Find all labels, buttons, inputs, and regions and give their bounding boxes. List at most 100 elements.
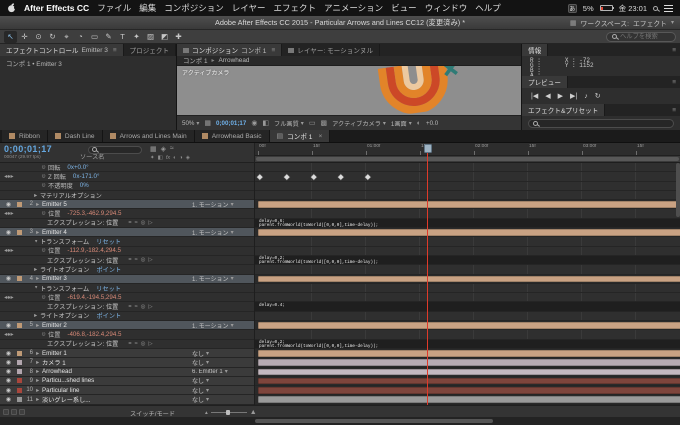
zoom-tool[interactable]: ⊙	[32, 31, 45, 43]
visibility-eye-icon[interactable]: ◉	[6, 387, 11, 394]
keyframe-diamond[interactable]	[365, 175, 370, 180]
layer-label-color[interactable]	[17, 323, 22, 328]
property-value[interactable]: -406.8,-182.4,294.5	[67, 331, 121, 338]
layer-row-Particular line[interactable]: ◉10▶Particular lineなし▾	[0, 386, 254, 395]
track-row[interactable]	[255, 237, 680, 246]
timeline-option-toggle[interactable]	[11, 409, 17, 415]
stopwatch-icon[interactable]: ⊙	[42, 332, 46, 338]
pen-tool[interactable]: ✎	[102, 31, 115, 43]
layer-duration-bar[interactable]	[258, 229, 680, 236]
brush-tool[interactable]: ✦	[130, 31, 143, 43]
loop-button[interactable]: ↻	[595, 92, 601, 100]
parent-dropdown[interactable]: 1. モーション▾	[188, 200, 254, 209]
next-frame-button[interactable]: ▶|	[570, 92, 577, 100]
comp-mini-flowchart-icon[interactable]: ▦	[150, 145, 157, 153]
layer-row-Particu...shed lines[interactable]: ◉9▶Particu...shed linesなし▾	[0, 377, 254, 386]
prop-row[interactable]: ◀◆▶⊙位置-406.8,-182.4,294.5	[0, 330, 254, 339]
eraser-tool[interactable]: ◩	[158, 31, 171, 43]
menu-レイヤー[interactable]: レイヤー	[232, 2, 266, 14]
prop-row[interactable]: ⊙不透明度0%	[0, 182, 254, 191]
twirl-icon[interactable]: ▶	[34, 314, 39, 319]
motion-blur-column-icon[interactable]: ◐	[173, 155, 176, 161]
layer-label-color[interactable]	[17, 388, 22, 393]
rotation-tool[interactable]: ↻	[46, 31, 59, 43]
track-row[interactable]	[255, 209, 680, 218]
panel-menu-icon[interactable]: ≡	[672, 47, 676, 54]
playhead[interactable]	[427, 144, 428, 405]
threed-column-icon[interactable]: ◈	[186, 155, 190, 161]
layer-duration-bar[interactable]	[258, 276, 680, 283]
layer-row-Arrowhead[interactable]: ◉8▶Arrowhead6. Emitter 1▾	[0, 368, 254, 377]
tab-effect-controls[interactable]: エフェクトコントロール Emitter 3 ≡	[0, 44, 124, 56]
track-row[interactable]: delay=0.2;parent.fromWorld(toWorld([0,0,…	[255, 340, 680, 349]
property-value[interactable]: 0%	[80, 182, 89, 189]
clone-stamp-tool[interactable]: ▨	[144, 31, 157, 43]
layer-name[interactable]: Emitter 3	[42, 275, 67, 282]
timeline-horizontal-scrollbar[interactable]	[255, 419, 493, 423]
layer-label-color[interactable]	[17, 276, 22, 281]
track-row[interactable]	[255, 293, 680, 302]
twirl-icon[interactable]: ▶	[36, 360, 41, 365]
group-value[interactable]: ポイント	[97, 311, 122, 320]
expression-pickwhip-icon[interactable]: ◎	[141, 257, 146, 263]
expression-enable-icon[interactable]: =	[128, 341, 131, 347]
timeline-vertical-scrollbar[interactable]	[676, 163, 680, 217]
expression-language-icon[interactable]: ▷	[148, 341, 152, 347]
expression-graph-icon[interactable]: ≈	[135, 341, 138, 347]
prop-row[interactable]: ◀◆▶⊙Z 回転0x-171.0°	[0, 172, 254, 181]
keyframe-navigator[interactable]: ◀◆▶	[4, 174, 14, 179]
transparency-grid-icon[interactable]: ▩	[320, 119, 327, 127]
parent-dropdown[interactable]: 6. Emitter 1▾	[188, 368, 254, 375]
expr-row[interactable]: エクスプレッション: 位置=≈◎▷	[0, 302, 254, 311]
help-search-input[interactable]	[620, 33, 670, 40]
unified-camera-tool[interactable]: ⌖	[60, 31, 73, 43]
track-row[interactable]	[255, 368, 680, 377]
parent-dropdown[interactable]: 1. モーション▾	[188, 274, 254, 283]
first-frame-button[interactable]: |◀	[531, 92, 538, 100]
prop-row[interactable]: ◀◆▶⊙位置-725.3,-462.9,294.5	[0, 209, 254, 218]
keyframe-navigator[interactable]: ◀◆▶	[4, 248, 14, 253]
property-value[interactable]: 0x+0.0°	[67, 164, 88, 171]
hand-tool[interactable]: ✛	[18, 31, 31, 43]
visibility-eye-icon[interactable]: ◉	[6, 201, 11, 208]
stopwatch-icon[interactable]: ⊙	[42, 164, 46, 170]
track-row[interactable]	[255, 275, 680, 284]
twirl-icon[interactable]: ▶	[36, 276, 41, 281]
expression-enable-icon[interactable]: =	[128, 220, 131, 226]
menu-アニメーション[interactable]: アニメーション	[324, 2, 383, 14]
comp-tab-Ribbon[interactable]: Ribbon	[2, 130, 48, 142]
zoom-slider-track[interactable]	[211, 412, 247, 413]
comp-nav-item-arrowhead[interactable]: Arrowhead	[219, 57, 250, 64]
twirl-icon[interactable]: ▶	[36, 397, 41, 402]
group-row[interactable]: ▼トランスフォームリセット	[0, 284, 254, 293]
snapshot-icon[interactable]: ◉	[251, 119, 257, 127]
effect-controls-content[interactable]: コンポ 1 • Emitter 3	[0, 56, 176, 130]
grid-guides-icon[interactable]: ▦	[204, 119, 211, 127]
track-row[interactable]	[255, 330, 680, 339]
panel-menu-icon[interactable]: ≡	[672, 107, 676, 114]
shy-column-icon[interactable]: ✦	[150, 155, 155, 161]
chevron-down-icon[interactable]: ▾	[671, 19, 674, 26]
visibility-eye-icon[interactable]: ◉	[6, 396, 11, 403]
fx-column-icon[interactable]: fx	[166, 155, 170, 161]
expression-pickwhip-icon[interactable]: ◎	[141, 341, 146, 347]
tab-project[interactable]: プロジェクト	[124, 44, 176, 56]
timeline-zoom-slider[interactable]: ▴ ▲	[205, 409, 257, 416]
exposure-value[interactable]: +0.0	[426, 120, 438, 127]
twirl-icon[interactable]: ▶	[36, 388, 41, 393]
quality-column-icon[interactable]: ◧	[158, 155, 163, 161]
twirl-icon[interactable]: ▶	[36, 202, 41, 207]
zoom-slider-handle[interactable]	[226, 410, 230, 415]
visibility-eye-icon[interactable]: ◉	[6, 229, 11, 236]
keyframe-navigator[interactable]: ◀◆▶	[4, 211, 14, 216]
layer-duration-bar[interactable]	[258, 359, 680, 366]
layer-row-Emitter 5[interactable]: ◉2▶Emitter 51. モーション▾	[0, 200, 254, 209]
track-row[interactable]	[255, 182, 680, 191]
layer-name[interactable]: Emitter 4	[42, 229, 67, 236]
tab-preview[interactable]: プレビュー	[522, 76, 568, 88]
keyframe-navigator[interactable]: ◀◆▶	[4, 332, 14, 337]
track-row[interactable]	[255, 265, 680, 274]
zoom-in-mountain-icon[interactable]: ▲	[250, 409, 257, 416]
group-row[interactable]: ▶マテリアルオプション	[0, 191, 254, 200]
menu-編集[interactable]: 編集	[139, 2, 156, 14]
